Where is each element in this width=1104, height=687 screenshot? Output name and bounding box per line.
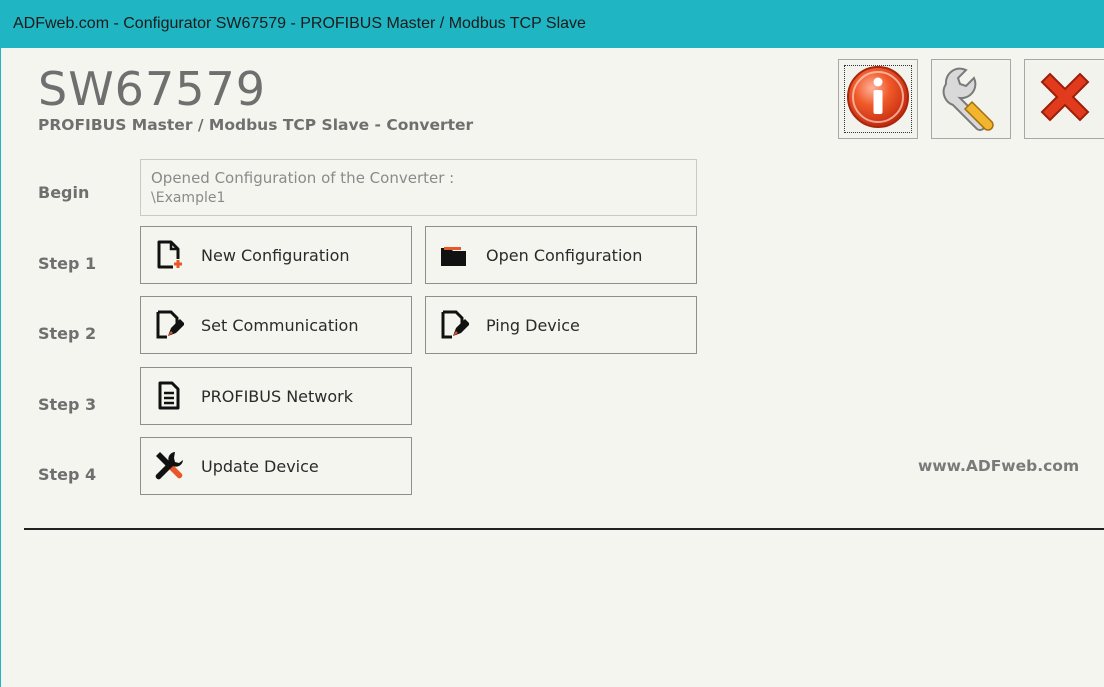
profibus-network-button[interactable]: PROFIBUS Network bbox=[140, 367, 412, 425]
begin-label: Begin bbox=[38, 183, 90, 202]
tools-icon bbox=[153, 450, 185, 482]
edit-document-icon bbox=[153, 309, 185, 341]
update-device-button[interactable]: Update Device bbox=[140, 437, 412, 495]
set-communication-label: Set Communication bbox=[201, 315, 359, 335]
opened-configuration-label: Opened Configuration of the Converter : bbox=[151, 169, 455, 187]
divider bbox=[24, 528, 1104, 530]
window-title-bar: ADFweb.com - Configurator SW67579 - PROF… bbox=[0, 0, 1104, 48]
profibus-network-label: PROFIBUS Network bbox=[201, 386, 354, 406]
info-button[interactable] bbox=[838, 59, 918, 139]
open-configuration-button[interactable]: Open Configuration bbox=[425, 226, 697, 284]
update-device-label: Update Device bbox=[201, 456, 319, 476]
website-link[interactable]: www.ADFweb.com bbox=[918, 457, 1079, 475]
step3-label: Step 3 bbox=[38, 395, 97, 414]
ping-device-button[interactable]: Ping Device bbox=[425, 296, 697, 354]
opened-configuration-path: \Example1 bbox=[151, 190, 226, 206]
product-subtitle: PROFIBUS Master / Modbus TCP Slave - Con… bbox=[38, 116, 474, 134]
opened-configuration-box: Opened Configuration of the Converter : … bbox=[140, 159, 697, 216]
new-configuration-label: New Configuration bbox=[201, 245, 350, 265]
new-configuration-button[interactable]: New Configuration bbox=[140, 226, 412, 284]
product-code: SW67579 bbox=[38, 62, 267, 116]
wrench-icon bbox=[936, 62, 1006, 136]
document-icon bbox=[153, 380, 185, 412]
ping-device-label: Ping Device bbox=[486, 315, 580, 335]
info-icon bbox=[845, 64, 911, 134]
step1-label: Step 1 bbox=[38, 254, 97, 273]
window-title: ADFweb.com - Configurator SW67579 - PROF… bbox=[13, 15, 586, 32]
new-file-icon bbox=[153, 239, 185, 271]
step2-label: Step 2 bbox=[38, 324, 97, 343]
open-configuration-label: Open Configuration bbox=[486, 245, 643, 265]
settings-button[interactable] bbox=[931, 59, 1011, 139]
close-icon bbox=[1034, 66, 1096, 132]
exit-button[interactable] bbox=[1024, 59, 1104, 139]
set-communication-button[interactable]: Set Communication bbox=[140, 296, 412, 354]
edit-document-icon bbox=[438, 309, 470, 341]
folder-icon bbox=[438, 239, 470, 271]
step4-label: Step 4 bbox=[38, 465, 97, 484]
